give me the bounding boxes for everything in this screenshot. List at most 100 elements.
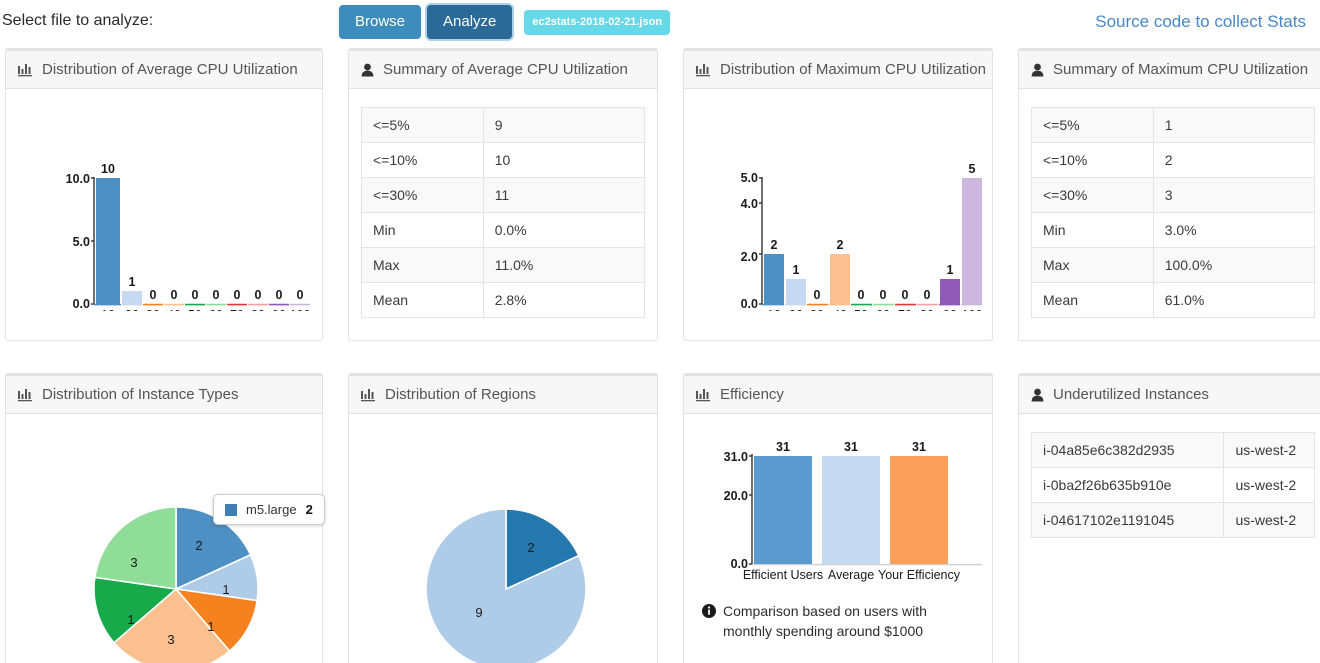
avg-cpu-bar-chart[interactable]: 10.0 5.0 x 0.0 <box>18 99 310 311</box>
svg-text:5: 5 <box>969 162 976 176</box>
table-row: <=10% 2 <box>1031 142 1316 178</box>
pie-tooltip: m5.large 2 <box>213 494 325 525</box>
svg-text:4.0: 4.0 <box>741 197 758 211</box>
region-cell: us-west-2 <box>1223 502 1315 538</box>
panel-header: Distribution of Average CPU Utilization <box>6 51 322 89</box>
svg-text:1: 1 <box>127 612 134 627</box>
table-row: <=30% 11 <box>361 177 646 213</box>
table-row: i-0ba2f26b635b910e us-west-2 <box>1030 467 1315 503</box>
row-value: 3 <box>1152 177 1316 213</box>
file-controls: Browse Analyze ec2stats-2018-02-21.json <box>339 5 671 39</box>
svg-text:0: 0 <box>297 288 304 302</box>
user-icon <box>1031 388 1044 402</box>
tooltip-value: 2 <box>305 502 313 517</box>
row-value: 11 <box>482 177 646 213</box>
svg-text:3: 3 <box>167 632 174 647</box>
row-key: Max <box>1031 247 1154 283</box>
selected-file-badge: ec2stats-2018-02-21.json <box>524 9 671 35</box>
row-key: Mean <box>361 282 484 318</box>
instance-types-pie-svg: 2 1 1 3 1 3 <box>93 506 259 663</box>
browse-button[interactable]: Browse <box>339 5 422 39</box>
svg-text:Average: Average <box>828 568 874 582</box>
row-value: 1 <box>1152 107 1316 143</box>
panel-body: 2 9 <box>349 414 657 663</box>
svg-text:2.0: 2.0 <box>741 250 758 264</box>
svg-text:1: 1 <box>129 275 136 289</box>
panel-body: 10.0 5.0 x 0.0 <box>6 89 322 323</box>
efficiency-bar-chart[interactable]: 31.0 20.0 0.0 31 31 31 Efficient Users A… <box>696 424 982 599</box>
row-key: Min <box>361 212 484 248</box>
row-key: Min <box>1031 212 1154 248</box>
table-row: Mean 61.0% <box>1031 282 1316 318</box>
panel-body: <=5% 9 <=10% 10 <=30% 11 Min 0.0% Max 11.0% M… <box>349 89 657 340</box>
max-summary-table: <=5% 1 <=10% 2 <=30% 3 Min 3.0% Max 100.0% Me… <box>1031 107 1316 318</box>
svg-text:3: 3 <box>130 555 137 570</box>
max-cpu-chart-svg: 5.0 4.0 2.0 0.0 2 1 0 2 0 0 0 0 1 5 <box>741 162 982 311</box>
toolbar: Select file to analyze: Browse Analyze e… <box>0 0 1320 48</box>
table-row: <=30% 3 <box>1031 177 1316 213</box>
instance-id-cell: i-0ba2f26b635b910e <box>1030 467 1225 503</box>
bar-chart-icon <box>696 388 711 402</box>
panel-title: Summary of Average CPU Utilization <box>383 61 628 78</box>
svg-text:2: 2 <box>527 540 534 555</box>
bar-chart-icon <box>18 63 33 77</box>
svg-text:40: 40 <box>167 308 181 311</box>
svg-text:2: 2 <box>195 538 202 553</box>
svg-text:31: 31 <box>912 440 926 454</box>
table-row: Max 100.0% <box>1031 247 1316 283</box>
row-key: <=10% <box>361 142 484 178</box>
svg-text:50: 50 <box>188 308 202 311</box>
panel-body: 5.0 4.0 2.0 0.0 2 1 0 2 0 0 0 0 1 5 <box>684 89 992 323</box>
svg-text:Your Efficiency: Your Efficiency <box>878 568 961 582</box>
svg-text:10: 10 <box>101 308 115 311</box>
row-value: 11.0% <box>482 247 646 283</box>
svg-text:0: 0 <box>192 288 199 302</box>
svg-text:9: 9 <box>475 605 482 620</box>
svg-text:30: 30 <box>810 308 824 311</box>
panel-avg-cpu-summary: Summary of Average CPU Utilization <=5% 9… <box>348 48 658 341</box>
region-cell: us-west-2 <box>1223 467 1315 503</box>
regions-pie-chart[interactable]: 2 9 <box>361 424 645 663</box>
row-value: 2 <box>1152 142 1316 178</box>
row-key: <=5% <box>1031 107 1154 143</box>
row-value: 0.0% <box>482 212 646 248</box>
max-cpu-bar-chart[interactable]: 5.0 4.0 2.0 0.0 2 1 0 2 0 0 0 0 1 5 <box>696 99 982 311</box>
svg-text:5.0: 5.0 <box>73 235 90 249</box>
svg-text:90: 90 <box>272 308 286 311</box>
svg-text:100: 100 <box>962 308 982 311</box>
panel-instance-types: Distribution of Instance Types 2 1 1 3 1… <box>5 373 325 663</box>
panel-header: Summary of Average CPU Utilization <box>349 51 657 89</box>
svg-text:1: 1 <box>222 582 229 597</box>
svg-text:0: 0 <box>880 288 887 302</box>
svg-text:10.0: 10.0 <box>66 172 90 186</box>
avg-cpu-chart-svg: 10.0 5.0 x 0.0 <box>66 162 310 311</box>
svg-text:0: 0 <box>150 288 157 302</box>
svg-text:2: 2 <box>771 238 778 252</box>
panel-header: Distribution of Regions <box>349 376 657 414</box>
panel-body: <=5% 1 <=10% 2 <=30% 3 Min 3.0% Max 100.0% Me… <box>1019 89 1320 340</box>
panel-title: Distribution of Maximum CPU Utilization <box>720 61 986 78</box>
row-key: Max <box>361 247 484 283</box>
panel-header: Distribution of Instance Types <box>6 376 322 414</box>
svg-text:60: 60 <box>209 308 223 311</box>
svg-text:20: 20 <box>125 308 139 311</box>
row-key: <=30% <box>361 177 484 213</box>
svg-text:0: 0 <box>171 288 178 302</box>
svg-text:Efficient Users: Efficient Users <box>743 568 823 582</box>
panel-regions: Distribution of Regions 2 9 <box>348 373 658 663</box>
svg-text:80: 80 <box>920 308 934 311</box>
avg-summary-tbody: <=5% 9 <=10% 10 <=30% 11 Min 0.0% Max 11.0% M… <box>361 107 646 318</box>
analyze-button[interactable]: Analyze <box>427 5 513 39</box>
svg-text:40: 40 <box>833 308 847 311</box>
row-key: <=30% <box>1031 177 1154 213</box>
svg-text:31: 31 <box>844 440 858 454</box>
svg-text:0: 0 <box>255 288 262 302</box>
panel-title: Underutilized Instances <box>1053 386 1209 403</box>
table-row: i-04617102e1191045 us-west-2 <box>1030 502 1315 538</box>
row-value: 100.0% <box>1152 247 1316 283</box>
max-summary-tbody: <=5% 1 <=10% 2 <=30% 3 Min 3.0% Max 100.0% Me… <box>1031 107 1316 318</box>
source-code-link[interactable]: Source code to collect Stats <box>1095 12 1306 32</box>
instance-types-pie-chart[interactable]: 2 1 1 3 1 3 <box>18 424 310 663</box>
panel-header: Underutilized Instances <box>1019 376 1320 414</box>
panel-title: Distribution of Regions <box>385 386 536 403</box>
